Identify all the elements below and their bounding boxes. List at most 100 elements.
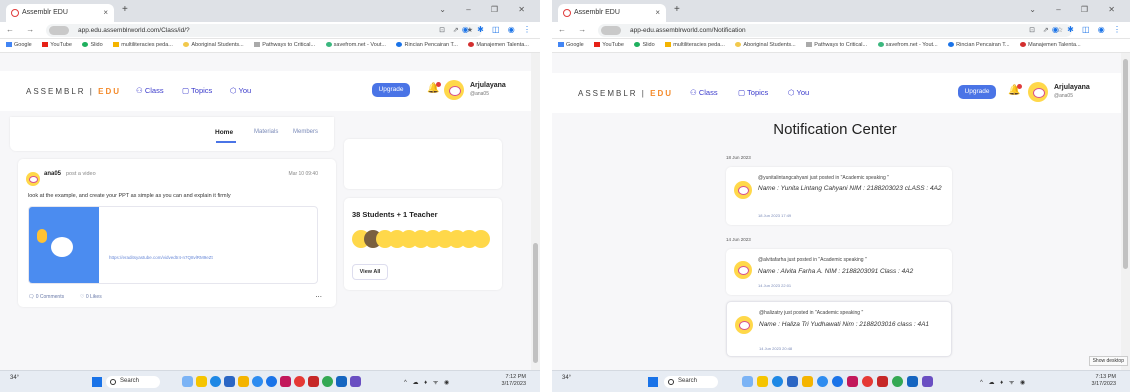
tab-home[interactable]: Home [215, 129, 233, 136]
bookmark-item[interactable]: savefrom.net - Yout... [877, 42, 938, 48]
assemblr-logo[interactable]: ASSEMBLR | EDU [578, 89, 673, 98]
extension-icons[interactable]: ◉ ✱ ◫ ◉ ⋮ [462, 25, 534, 34]
file-explorer-icon[interactable] [196, 376, 207, 387]
url-text: app-edu.assemblrworld.com/Notification [630, 27, 746, 34]
nav-class[interactable]: ⚇ Class [690, 88, 718, 97]
upgrade-button[interactable]: Upgrade [958, 85, 996, 99]
folder-icon[interactable] [238, 376, 249, 387]
bookmark-item[interactable]: YouTube [594, 42, 624, 48]
weather-widget[interactable]: 34° [562, 375, 571, 381]
powerpoint-icon[interactable] [308, 376, 319, 387]
folder-icon[interactable] [802, 376, 813, 387]
comments-button[interactable]: 🗨 0 Comments [28, 294, 64, 300]
new-tab-icon[interactable]: + [674, 4, 680, 15]
assemblr-logo[interactable]: ASSEMBLR | EDU [26, 87, 121, 96]
chrome-icon[interactable] [772, 376, 783, 387]
profile-chip[interactable] [601, 26, 621, 35]
chrome-icon[interactable] [210, 376, 221, 387]
nav-topics[interactable]: ▢ Topics [182, 86, 212, 95]
notification-item[interactable]: @alvitafarha just posted in "Academic sp… [726, 249, 952, 295]
view-all-button[interactable]: View All [352, 264, 388, 280]
upgrade-button[interactable]: Upgrade [372, 83, 410, 97]
word-icon[interactable] [224, 376, 235, 387]
file-explorer-icon[interactable] [757, 376, 768, 387]
clock[interactable]: 7:13 PM 3/17/2023 [1092, 374, 1116, 388]
taskbar-search[interactable]: Search [664, 376, 718, 388]
bookmark-item[interactable]: Slido [82, 42, 103, 48]
bookmark-item[interactable]: Google [6, 42, 32, 48]
edge-icon[interactable] [817, 376, 828, 387]
close-tab-icon[interactable]: × [655, 8, 660, 17]
bell-icon[interactable]: 🔔 [1008, 84, 1023, 96]
notification-item[interactable]: @yunitalintangcahyani just posted in "Ac… [726, 167, 952, 225]
app-icon[interactable] [280, 376, 291, 387]
edge-icon[interactable] [252, 376, 263, 387]
powerpoint-icon[interactable] [877, 376, 888, 387]
app-icon[interactable] [294, 376, 305, 387]
nav-you[interactable]: ⬡ You [230, 86, 251, 95]
window-controls[interactable]: ⌄ – ❐ ✕ [439, 5, 534, 14]
like-button[interactable]: ♡ 0 Likes [80, 294, 102, 300]
bookmark-item[interactable]: Rincian Pencairan T... [948, 42, 1010, 48]
video-link[interactable]: https://eraditsyastube.com/vidvedtr4-n7Q… [109, 255, 213, 260]
bookmark-item[interactable]: Aboriginal Students... [183, 42, 244, 48]
taskbar-search[interactable]: Search [106, 376, 160, 388]
url-field[interactable]: app-edu.assemblrworld.com/Notification ⊡… [598, 24, 1072, 37]
bookmark-item[interactable]: YouTube [42, 42, 72, 48]
app-icon[interactable] [862, 376, 873, 387]
close-tab-icon[interactable]: × [103, 8, 108, 17]
page-scrollbar[interactable] [1121, 53, 1130, 370]
bookmark-item[interactable]: multiliteracies peda... [113, 42, 173, 48]
bookmark-item[interactable]: Manajemen Talenta... [1020, 42, 1081, 48]
post-author[interactable]: ana05 [44, 171, 61, 177]
profile-chip[interactable] [49, 26, 69, 35]
widgets-icon[interactable] [182, 376, 193, 387]
teams-icon[interactable] [350, 376, 361, 387]
browser-tab[interactable]: Assemblr EDU × [558, 4, 666, 22]
bookmark-item[interactable]: Aboriginal Students... [735, 42, 796, 48]
nav-you[interactable]: ⬡ You [788, 88, 809, 97]
bell-icon[interactable]: 🔔 [427, 82, 442, 94]
avatar[interactable] [1028, 82, 1048, 102]
outlook-icon[interactable] [907, 376, 918, 387]
sidebar-top-card [344, 139, 502, 189]
bookmark-item[interactable]: Pathways to Critical... [254, 42, 315, 48]
weather-widget[interactable]: 34° [10, 375, 19, 381]
browser-tab[interactable]: Assemblr EDU × [6, 4, 114, 22]
zoom-icon[interactable] [832, 376, 843, 387]
bookmark-item[interactable]: Google [558, 42, 584, 48]
bookmark-item[interactable]: Rincian Pencairan T... [396, 42, 458, 48]
notification-item[interactable]: @halizatry just posted in "Academic spea… [726, 301, 952, 357]
teams-icon[interactable] [922, 376, 933, 387]
tab-members[interactable]: Members [293, 129, 318, 135]
avatar[interactable] [444, 80, 464, 100]
nav-class[interactable]: ⚇ Class [136, 86, 164, 95]
system-tray[interactable]: ^ ☁ ♦ ᯤ ◉ [980, 378, 1027, 386]
member-avatars[interactable] [352, 230, 500, 250]
video-link-card[interactable]: https://eraditsyastube.com/vidvedtr4-n7Q… [28, 206, 318, 284]
bookmark-item[interactable]: Pathways to Critical... [806, 42, 867, 48]
page-scrollbar[interactable] [531, 53, 540, 370]
url-field[interactable]: app.edu.assemblrworld.com/Class/id/? ⊡ ⇗… [46, 24, 482, 37]
clock[interactable]: 7:12 PM 3/17/2023 [502, 374, 526, 388]
bookmark-item[interactable]: savefrom.net - Vout... [325, 42, 386, 48]
windows-start-icon[interactable] [92, 377, 102, 387]
extension-icons[interactable]: ◉ ✱ ◫ ◉ ⋮ [1052, 25, 1124, 34]
app-icon[interactable] [847, 376, 858, 387]
outlook-icon[interactable] [336, 376, 347, 387]
app-icon[interactable] [892, 376, 903, 387]
widgets-icon[interactable] [742, 376, 753, 387]
bookmark-item[interactable]: multiliteracies peda... [665, 42, 725, 48]
windows-start-icon[interactable] [648, 377, 658, 387]
system-tray[interactable]: ^ ☁ ♦ ᯤ ◉ [404, 378, 451, 386]
tab-materials[interactable]: Materials [254, 129, 278, 135]
app-icon[interactable] [322, 376, 333, 387]
zoom-icon[interactable] [266, 376, 277, 387]
word-icon[interactable] [787, 376, 798, 387]
window-controls[interactable]: ⌄ – ❐ ✕ [1029, 5, 1124, 14]
bookmark-item[interactable]: Slido [634, 42, 655, 48]
more-options-icon[interactable]: ... [315, 290, 322, 299]
bookmark-item[interactable]: Manajemen Talenta... [468, 42, 529, 48]
nav-topics[interactable]: ▢ Topics [738, 88, 768, 97]
new-tab-icon[interactable]: + [122, 4, 128, 15]
